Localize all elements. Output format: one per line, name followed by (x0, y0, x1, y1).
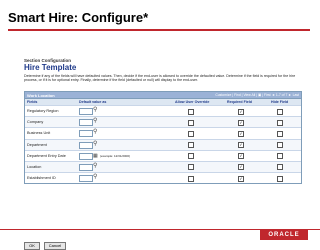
required-checkbox[interactable]: ✓ (238, 164, 244, 171)
hide-checkbox[interactable] (277, 119, 283, 126)
date-input[interactable] (79, 152, 93, 160)
instructions-text: Determine if any of the fields will have… (24, 74, 296, 83)
required-checkbox[interactable]: ✓ (238, 108, 244, 115)
field-name: Department Entry Date (27, 153, 66, 158)
field-name: Regulatory Region (27, 109, 59, 113)
allow-override-checkbox[interactable] (188, 175, 194, 182)
allow-override-checkbox[interactable] (188, 130, 194, 137)
magnifier-icon[interactable]: ⚲ (93, 141, 97, 148)
field-name: Establishment ID (27, 176, 56, 181)
table-row: Company ⚲ ✓ (25, 116, 301, 128)
field-name: Department (27, 142, 47, 147)
allow-override-checkbox[interactable] (188, 153, 194, 160)
col-default-value[interactable]: Default value as (79, 100, 106, 104)
col-hide[interactable]: Hide Field (271, 100, 288, 104)
magnifier-icon[interactable]: ⚲ (93, 174, 97, 181)
required-checkbox[interactable]: ✓ (238, 119, 244, 126)
required-checkbox[interactable]: ✓ (238, 153, 244, 160)
allow-override-checkbox[interactable] (188, 119, 194, 126)
required-checkbox[interactable]: ✓ (238, 142, 244, 149)
default-value-input[interactable] (79, 108, 93, 115)
column-headers: Fields Default value as Allow User Overr… (25, 98, 301, 105)
field-name: Business Unit (27, 131, 51, 136)
page-title: Hire Template (24, 63, 77, 72)
hide-checkbox[interactable] (277, 108, 283, 115)
slide-title: Smart Hire: Configure* (8, 10, 149, 25)
required-checkbox[interactable]: ✓ (238, 130, 244, 137)
hide-checkbox[interactable] (277, 153, 283, 160)
table-row: Location ⚲ ✓ (25, 160, 301, 173)
magnifier-icon[interactable]: ⚲ (93, 163, 97, 170)
configuration-panel: Section Configuration Hire Template Dete… (24, 58, 302, 250)
col-allow-override[interactable]: Allow User Override (175, 100, 209, 104)
hide-checkbox[interactable] (277, 142, 283, 149)
grid-navigation[interactable]: Customize | Find | View All | ▣ | First … (215, 93, 299, 97)
cancel-button[interactable]: Cancel (44, 242, 66, 250)
col-fields[interactable]: Fields (27, 100, 37, 104)
default-value-input[interactable] (79, 175, 93, 183)
default-value-input[interactable] (79, 119, 93, 127)
field-name: Location (27, 164, 42, 169)
magnifier-icon[interactable]: ⚲ (93, 129, 97, 136)
date-example: (example: 12/31/2000) (100, 154, 131, 159)
magnifier-icon[interactable]: ⚲ (93, 107, 97, 114)
default-value-input[interactable] (79, 130, 93, 138)
table-row: Department Entry Date ▦ (example: 12/31/… (25, 149, 301, 161)
table-row: Department ⚲ ✓ (25, 138, 301, 150)
default-value-input[interactable] (79, 163, 93, 171)
hide-checkbox[interactable] (277, 130, 283, 137)
calendar-icon[interactable]: ▦ (93, 153, 98, 159)
hide-checkbox[interactable] (277, 175, 283, 182)
allow-override-checkbox[interactable] (188, 142, 194, 149)
grid-title: Work Location (27, 92, 55, 98)
table-row: Establishment ID ⚲ ✓ (25, 172, 301, 183)
table-row: Regulatory Region ⚲ ✓ (25, 105, 301, 116)
ok-button[interactable]: OK (24, 242, 40, 250)
required-checkbox[interactable]: ✓ (238, 175, 244, 182)
col-required[interactable]: Required Field (227, 100, 252, 104)
table-row: Business Unit ⚲ ✓ (25, 127, 301, 138)
hide-checkbox[interactable] (277, 164, 283, 171)
allow-override-checkbox[interactable] (188, 164, 194, 171)
allow-override-checkbox[interactable] (188, 108, 194, 115)
oracle-logo: ORACLE (260, 230, 308, 240)
field-name: Company (27, 120, 44, 125)
work-location-grid: Work Location Customize | Find | View Al… (24, 91, 302, 185)
magnifier-icon[interactable]: ⚲ (93, 118, 97, 125)
title-divider (8, 29, 310, 31)
default-value-input[interactable] (79, 141, 93, 149)
